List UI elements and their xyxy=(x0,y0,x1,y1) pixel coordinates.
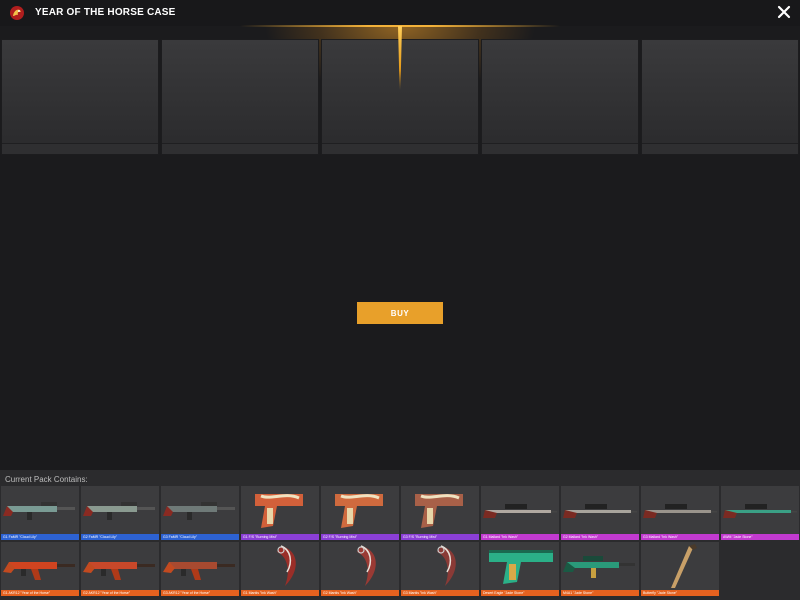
pack-item-name: G3 F/S "Burning Mist" xyxy=(401,534,479,540)
reel-slot xyxy=(481,39,639,155)
pack-item[interactable]: G2 AKR12 "Year of the Horse" xyxy=(81,542,159,596)
pack-item[interactable]: G3 AKR12 "Year of the Horse" xyxy=(161,542,239,596)
pack-item-name: G2 Mallard "Ink Wash" xyxy=(561,534,639,540)
pack-item[interactable]: M4A1 "Jade Stone" xyxy=(561,542,639,596)
pack-item[interactable]: Butterfly "Jade Stone" xyxy=(641,542,719,596)
weapon-skin-image xyxy=(563,556,635,578)
weapon-skin-image xyxy=(83,562,155,580)
pack-item[interactable]: G3 FaMR "Cloud Lily" xyxy=(161,486,239,540)
pack-item-name: AWM "Jade Stone" xyxy=(721,534,799,540)
weapon-skin-image xyxy=(563,504,637,518)
pack-item[interactable]: AWM "Jade Stone" xyxy=(721,486,799,540)
pack-item[interactable]: G3 Mantis "Ink Wash" xyxy=(401,542,479,596)
pack-item-name: G3 AKR12 "Year of the Horse" xyxy=(161,590,239,596)
pack-item-name: M4A1 "Jade Stone" xyxy=(561,590,639,596)
pack-item-name: G1 Mallard "Ink Wash" xyxy=(481,534,559,540)
pack-item-name: G2 FaMR "Cloud Lily" xyxy=(81,534,159,540)
weapon-skin-image xyxy=(277,545,296,586)
dragon-logo-icon xyxy=(10,6,24,20)
weapon-skin-image xyxy=(3,562,75,580)
pack-item[interactable]: G3 Mallard "Ink Wash" xyxy=(641,486,719,540)
weapon-skin-image xyxy=(489,550,553,584)
weapon-skin-image xyxy=(437,545,456,586)
pack-contents-label: Current Pack Contains: xyxy=(5,475,88,484)
buy-button[interactable]: BUY xyxy=(357,302,443,324)
header-bar: YEAR OF THE HORSE CASE xyxy=(0,0,800,26)
pack-item[interactable]: Desert Eagle "Jade Stone" xyxy=(481,542,559,596)
weapon-skin-image xyxy=(483,504,557,518)
reel-slot xyxy=(641,39,799,155)
pack-item[interactable]: G2 Mantis "Ink Wash" xyxy=(321,542,399,596)
pack-item[interactable]: G3 F/S "Burning Mist" xyxy=(401,486,479,540)
pack-item-name: G2 Mantis "Ink Wash" xyxy=(321,590,399,596)
page-title: YEAR OF THE HORSE CASE xyxy=(35,7,176,18)
pack-item[interactable]: G1 FaMR "Cloud Lily" xyxy=(1,486,79,540)
pack-item[interactable]: G1 F/S "Burning Mist" xyxy=(241,486,319,540)
weapon-skin-image xyxy=(335,494,383,528)
weapon-skin-image xyxy=(671,544,697,588)
pack-item[interactable]: G2 F/S "Burning Mist" xyxy=(321,486,399,540)
pack-item-name: G1 AKR12 "Year of the Horse" xyxy=(1,590,79,596)
weapon-skin-image xyxy=(83,502,155,520)
pack-item-name: G3 Mantis "Ink Wash" xyxy=(401,590,479,596)
pack-item-name: G1 Mantis "Ink Wash" xyxy=(241,590,319,596)
pack-item-name: Butterfly "Jade Stone" xyxy=(641,590,719,596)
pack-item-name: G3 FaMR "Cloud Lily" xyxy=(161,534,239,540)
pack-contents-panel: Current Pack Contains: G1 FaMR "Cloud Li… xyxy=(0,470,800,600)
weapon-skin-image xyxy=(255,494,303,528)
pack-item[interactable]: G2 FaMR "Cloud Lily" xyxy=(81,486,159,540)
pack-item-name: Desert Eagle "Jade Stone" xyxy=(481,590,559,596)
weapon-skin-image xyxy=(163,502,235,520)
weapon-skin-image xyxy=(415,494,463,528)
close-icon[interactable] xyxy=(776,4,792,20)
weapon-skin-image xyxy=(357,545,376,586)
weapon-skin-image xyxy=(643,504,717,518)
weapon-skin-image xyxy=(723,504,797,518)
reel-slot xyxy=(161,39,319,155)
pack-item-name: G2 F/S "Burning Mist" xyxy=(321,534,399,540)
pack-item-name: G3 Mallard "Ink Wash" xyxy=(641,534,719,540)
pack-item-name: G2 AKR12 "Year of the Horse" xyxy=(81,590,159,596)
weapon-skin-image xyxy=(163,562,235,580)
pack-item[interactable]: G1 AKR12 "Year of the Horse" xyxy=(1,542,79,596)
pack-item[interactable]: G1 Mallard "Ink Wash" xyxy=(481,486,559,540)
pack-item[interactable]: G1 Mantis "Ink Wash" xyxy=(241,542,319,596)
reel-slot xyxy=(1,39,159,155)
pack-item[interactable]: G2 Mallard "Ink Wash" xyxy=(561,486,639,540)
weapon-skin-image xyxy=(3,502,75,520)
pack-item-name: G1 F/S "Burning Mist" xyxy=(241,534,319,540)
pack-item-name: G1 FaMR "Cloud Lily" xyxy=(1,534,79,540)
